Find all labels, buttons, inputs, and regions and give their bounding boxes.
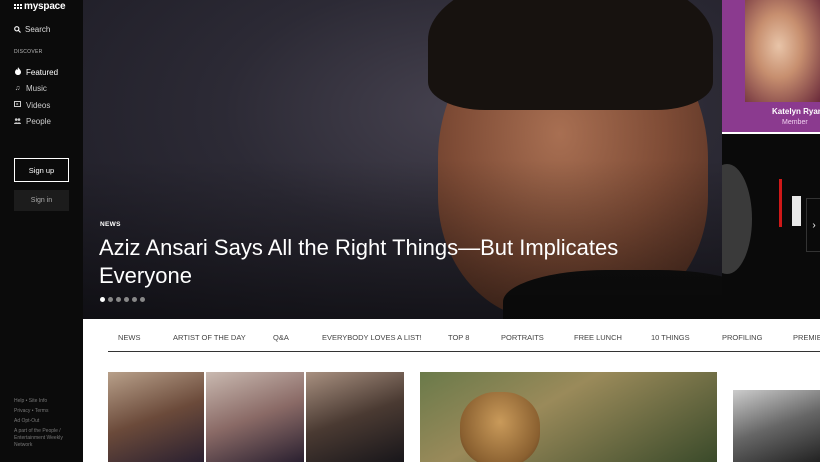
search-label: Search bbox=[25, 25, 51, 34]
footer-line-help[interactable]: Help • Site Info bbox=[14, 396, 74, 406]
people-icon bbox=[14, 118, 21, 126]
category-qa[interactable]: Q&A bbox=[273, 333, 289, 342]
hero-category-tag[interactable]: NEWS bbox=[100, 221, 121, 228]
slide-dot[interactable] bbox=[124, 297, 129, 302]
video-card[interactable]: › bbox=[722, 134, 820, 319]
sidebar-item-label: People bbox=[26, 117, 51, 127]
hero-title[interactable]: Aziz Ansari Says All the Right Things—Bu… bbox=[99, 234, 689, 290]
lion-image bbox=[460, 392, 540, 462]
sidebar-item-label: Videos bbox=[26, 100, 51, 110]
sidebar-item-label: Music bbox=[26, 84, 47, 94]
category-profiling[interactable]: PROFILING bbox=[722, 333, 762, 342]
search-icon bbox=[14, 26, 21, 33]
footer-network: A part of the People / Entertainment Wee… bbox=[14, 428, 63, 448]
slide-dot[interactable] bbox=[100, 297, 105, 302]
hero-banner[interactable]: NEWS Aziz Ansari Says All the Right Thin… bbox=[83, 0, 722, 319]
category-premieres[interactable]: PREMIERES bbox=[793, 333, 820, 342]
signin-button[interactable]: Sign in bbox=[14, 190, 69, 211]
signup-button[interactable]: Sign up bbox=[14, 158, 69, 182]
music-note-icon: ♫ bbox=[14, 85, 21, 93]
search-button[interactable]: Search bbox=[14, 25, 50, 34]
slide-dot[interactable] bbox=[132, 297, 137, 302]
article-thumbnail[interactable] bbox=[420, 372, 717, 462]
sidebar-item-featured[interactable]: Featured bbox=[14, 64, 58, 81]
footer-line-privacy[interactable]: Privacy • Terms bbox=[14, 406, 74, 416]
flame-icon bbox=[14, 67, 21, 77]
logo-text: myspace bbox=[24, 1, 66, 12]
category-nav: NEWS ARTIST OF THE DAY Q&A EVERYBODY LOV… bbox=[108, 325, 820, 352]
sidebar-item-videos[interactable]: Videos bbox=[14, 97, 58, 114]
category-10-things[interactable]: 10 THINGS bbox=[651, 333, 690, 342]
member-photo bbox=[745, 0, 820, 102]
slide-indicator bbox=[100, 297, 145, 302]
article-thumbnail[interactable] bbox=[733, 390, 820, 462]
sidebar-item-people[interactable]: People bbox=[14, 114, 58, 131]
video-icon bbox=[14, 101, 21, 109]
discover-label: DISCOVER bbox=[14, 49, 43, 55]
member-role: Member bbox=[782, 119, 808, 126]
video-graphic bbox=[779, 179, 782, 227]
slide-dot[interactable] bbox=[140, 297, 145, 302]
category-artist-of-the-day[interactable]: ARTIST OF THE DAY bbox=[173, 333, 246, 342]
category-portraits[interactable]: PORTRAITS bbox=[501, 333, 544, 342]
logo-icon bbox=[14, 4, 22, 9]
sidebar: myspace Search DISCOVER Featured ♫ Music… bbox=[0, 0, 83, 462]
category-top-8[interactable]: TOP 8 bbox=[448, 333, 469, 342]
featured-member-card[interactable]: Katelyn Ryan Member bbox=[722, 0, 820, 132]
article-thumbnail[interactable] bbox=[306, 372, 404, 462]
article-thumbnail[interactable] bbox=[108, 372, 204, 462]
slide-dot[interactable] bbox=[108, 297, 113, 302]
sidebar-item-label: Featured bbox=[26, 67, 59, 77]
article-thumbnail[interactable] bbox=[206, 372, 304, 462]
sidebar-nav: Featured ♫ Music Videos People bbox=[14, 64, 58, 130]
category-news[interactable]: NEWS bbox=[118, 333, 141, 342]
category-everybody-loves-a-list[interactable]: EVERYBODY LOVES A LIST! bbox=[322, 333, 422, 342]
myspace-logo[interactable]: myspace bbox=[14, 1, 66, 12]
member-name: Katelyn Ryan bbox=[772, 107, 820, 116]
slide-dot[interactable] bbox=[116, 297, 121, 302]
next-arrow-icon[interactable]: › bbox=[806, 198, 820, 252]
footer-links: Help • Site Info Privacy • Terms Ad Opt-… bbox=[14, 396, 74, 449]
video-graphic bbox=[792, 196, 801, 226]
video-thumbnail bbox=[722, 164, 752, 274]
footer-line-adoptout[interactable]: Ad Opt-Out bbox=[14, 416, 74, 426]
sidebar-item-music[interactable]: ♫ Music bbox=[14, 81, 58, 98]
category-free-lunch[interactable]: FREE LUNCH bbox=[574, 333, 622, 342]
